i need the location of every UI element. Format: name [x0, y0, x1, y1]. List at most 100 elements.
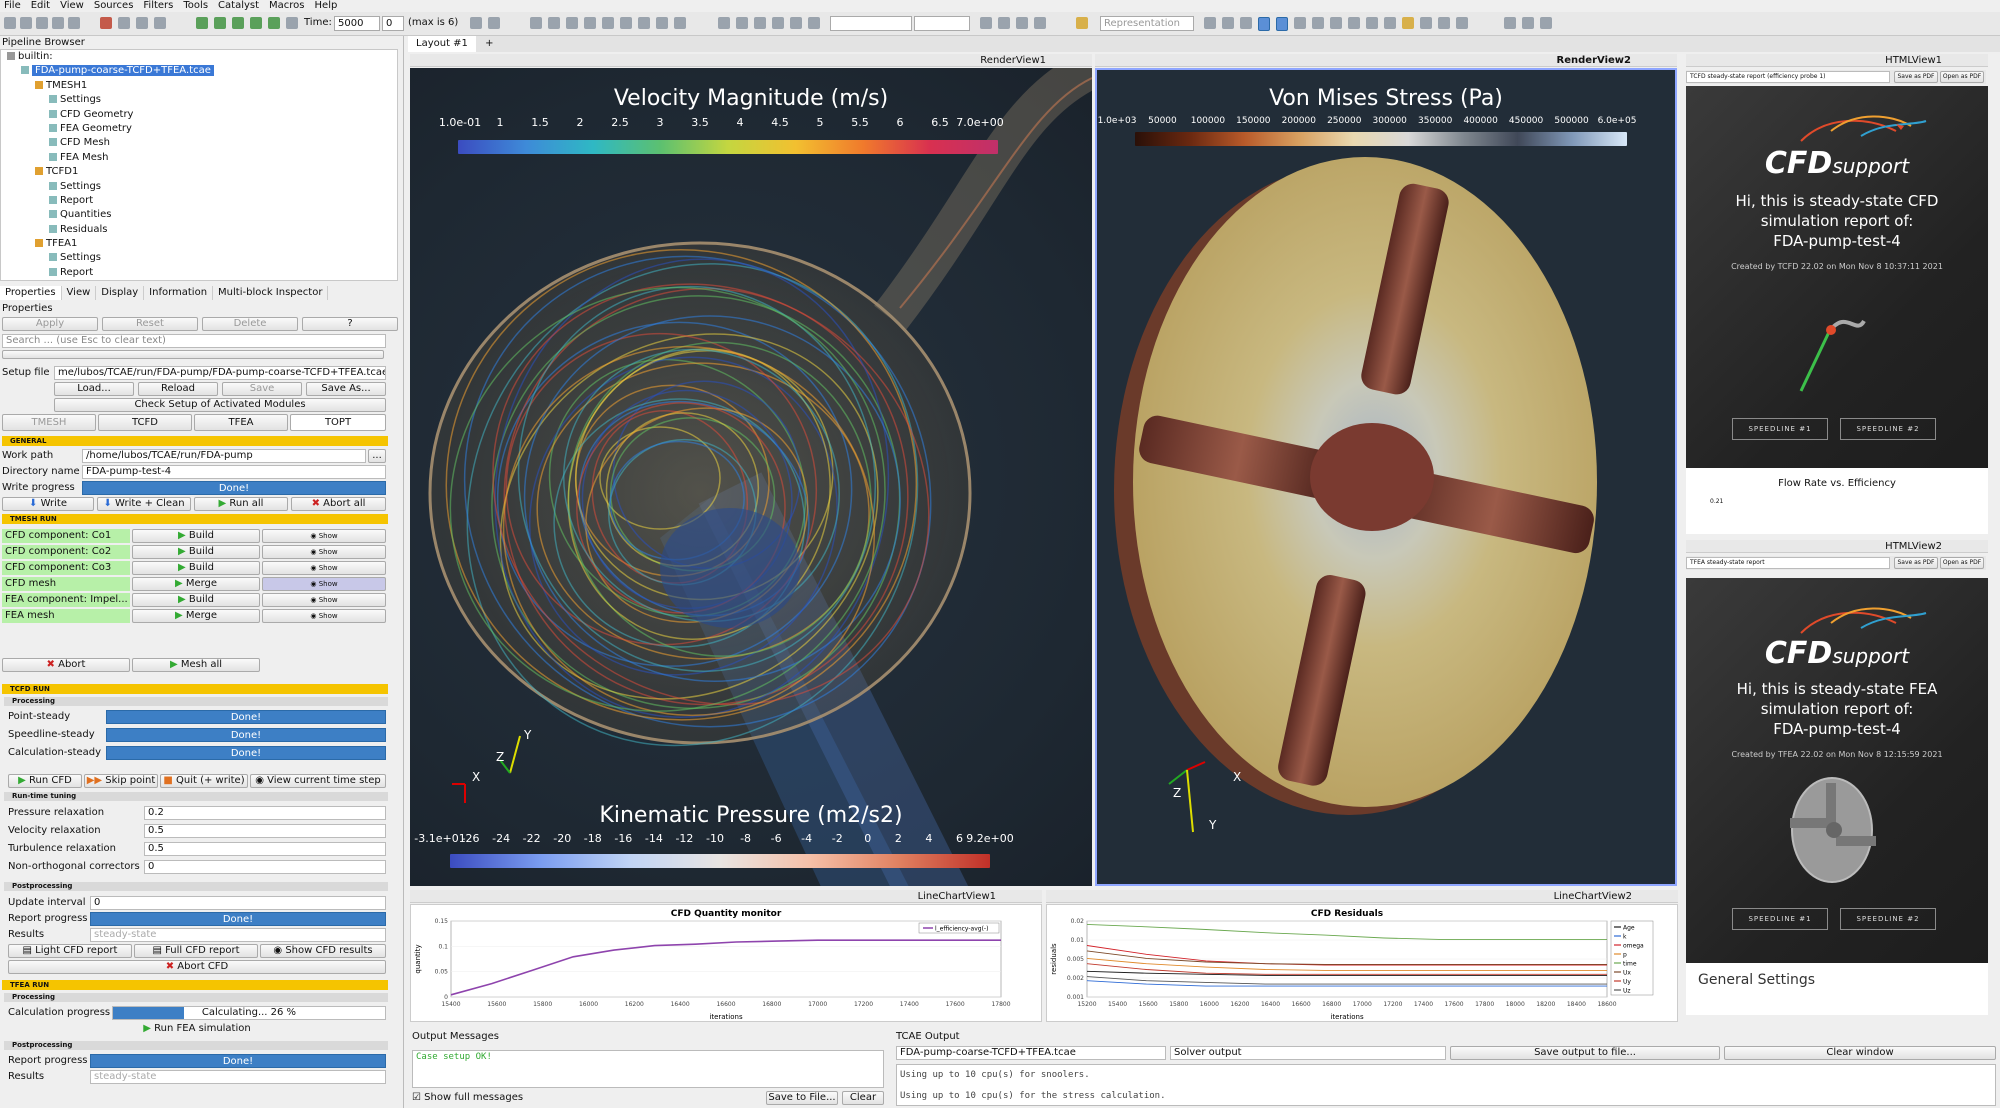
load-state-icon[interactable] — [36, 17, 48, 29]
pipeline-item[interactable]: Quantities — [1, 208, 397, 222]
render-view-1[interactable]: Velocity Magnitude (m/s) 1.0e-01 1 1.5 2 2.5… — [410, 68, 1092, 886]
tcfd-run-section-header[interactable]: TCFD RUN — [2, 684, 388, 694]
view-minus-y-icon[interactable] — [602, 17, 614, 29]
play-icon[interactable] — [232, 17, 244, 29]
menu-edit[interactable]: Edit — [31, 0, 50, 12]
pipeline-item[interactable]: builtin: — [1, 50, 397, 64]
zoom-to-data-icon[interactable] — [470, 17, 482, 29]
pipeline-item[interactable]: Settings — [1, 93, 397, 107]
light-cfd-report-button[interactable]: ▤ Light CFD report — [8, 944, 132, 958]
apply-button[interactable]: Apply — [2, 317, 98, 331]
camera-redo-icon[interactable] — [154, 17, 166, 29]
tuning-input[interactable]: 0.5 — [144, 824, 386, 838]
refresh-button[interactable] — [2, 350, 384, 359]
pipeline-item[interactable]: FEA Geometry — [1, 122, 397, 136]
extract-level-icon[interactable] — [1402, 17, 1414, 29]
setup-file-input[interactable]: me/lubos/TCAE/run/FDA-pump/FDA-pump-coar… — [54, 366, 386, 380]
server-icon[interactable] — [52, 17, 64, 29]
results-input[interactable]: steady-state — [90, 928, 386, 942]
open-icon[interactable] — [4, 17, 16, 29]
menu-filters[interactable]: Filters — [143, 0, 173, 12]
work-path-input[interactable]: /home/lubos/TCAE/run/FDA-pump — [82, 449, 366, 463]
rescale-visible-icon[interactable] — [808, 17, 820, 29]
tab-information[interactable]: Information — [144, 286, 214, 300]
clear-messages-button[interactable]: Clear — [842, 1091, 884, 1105]
calculator-icon[interactable] — [1420, 17, 1432, 29]
edit-colormap-icon[interactable] — [736, 17, 748, 29]
write-button[interactable]: ⬇ Write — [2, 497, 94, 511]
full-cfd-report-button[interactable]: ▤ Full CFD report — [134, 944, 258, 958]
python-shell-icon[interactable] — [1034, 17, 1046, 29]
last-frame-icon[interactable] — [268, 17, 280, 29]
pipeline-item[interactable]: Settings — [1, 180, 397, 194]
speedline-2-button[interactable]: SPEEDLINE #2 — [1840, 418, 1936, 440]
toggle-color-icon[interactable] — [980, 17, 992, 29]
menu-view[interactable]: View — [60, 0, 84, 12]
abort-all-button[interactable]: ✖ Abort all — [291, 497, 386, 511]
tuning-input[interactable]: 0 — [144, 860, 386, 874]
pipeline-item[interactable]: FDA-pump-coarse-TCFD+TFEA.tcae — [1, 64, 397, 78]
select-points-icon[interactable] — [1222, 17, 1234, 29]
glyph-icon[interactable] — [1330, 17, 1342, 29]
zoom-to-box-icon[interactable] — [488, 17, 500, 29]
reload-button[interactable]: Reload — [138, 382, 218, 396]
properties-search-input[interactable]: Search ... (use Esc to clear text) — [2, 334, 386, 348]
slice-icon[interactable] — [1276, 17, 1288, 31]
open-as-pdf-button[interactable]: Open as PDF — [1940, 557, 1984, 569]
menu-tools[interactable]: Tools — [183, 0, 208, 12]
view-minus-x-icon[interactable] — [566, 17, 578, 29]
save-output-button[interactable]: Save output to file... — [1450, 1046, 1720, 1060]
tmesh-row-action-button[interactable]: ▶ Build — [132, 561, 260, 575]
view-plus-z-icon[interactable] — [620, 17, 632, 29]
tmesh-row-show-button[interactable]: ◉ Show — [262, 529, 386, 543]
first-frame-icon[interactable] — [196, 17, 208, 29]
tmesh-row-show-button[interactable]: ◉ Show — [262, 609, 386, 623]
tmesh-row-show-button[interactable]: ◉ Show — [262, 545, 386, 559]
skip-point-button[interactable]: ▶▶ Skip point — [84, 774, 158, 788]
speedline-2-button[interactable]: SPEEDLINE #2 — [1840, 908, 1936, 930]
view-minus-z-icon[interactable] — [638, 17, 650, 29]
delete-button[interactable]: Delete — [202, 317, 298, 331]
general-section-header[interactable]: GENERAL — [2, 436, 388, 446]
representation-select[interactable]: Representation — [1100, 16, 1194, 31]
clip-icon[interactable] — [1258, 17, 1270, 31]
stream-tracer-icon[interactable] — [1348, 17, 1360, 29]
next-frame-icon[interactable] — [250, 17, 262, 29]
quit-write-button[interactable]: ■ Quit (+ write) — [160, 774, 248, 788]
processing-header[interactable]: Processing — [4, 697, 388, 706]
reset-session-icon[interactable] — [68, 17, 80, 29]
view-plus-x-icon[interactable] — [548, 17, 560, 29]
tuning-input[interactable]: 0.2 — [144, 806, 386, 820]
trace-icon[interactable] — [1522, 17, 1534, 29]
tab-multiblock-inspector[interactable]: Multi-block Inspector — [213, 286, 329, 300]
tmesh-row-show-button[interactable]: ◉ Show — [262, 577, 386, 591]
show-cfd-results-button[interactable]: ◉ Show CFD results — [260, 944, 386, 958]
report-select[interactable]: TFEA steady-state report — [1686, 557, 1890, 569]
speedline-1-button[interactable]: SPEEDLINE #1 — [1732, 908, 1828, 930]
run-cfd-button[interactable]: ▶ Run CFD — [8, 774, 82, 788]
tab-tfea[interactable]: TFEA — [194, 414, 288, 431]
tmesh-row-action-button[interactable]: ▶ Build — [132, 593, 260, 607]
add-layout-button[interactable]: + — [479, 38, 499, 49]
save-button[interactable]: Save — [222, 382, 302, 396]
render-view-2[interactable]: Von Mises Stress (Pa) 1.0e+03 50000 100000… — [1095, 68, 1677, 886]
pipeline-item[interactable]: CFD Geometry — [1, 108, 397, 122]
layout-tab[interactable]: Layout #1 — [408, 36, 476, 52]
save-messages-button[interactable]: Save to File... — [766, 1091, 838, 1105]
linechart-view-2[interactable]: CFD Residuals iterations residuals 15200 154… — [1046, 904, 1678, 1022]
tab-properties[interactable]: Properties — [0, 286, 62, 300]
select-frustum-icon[interactable] — [1240, 17, 1252, 29]
pipeline-item[interactable]: TCFD1 — [1, 165, 397, 179]
tmesh-row-show-button[interactable]: ◉ Show — [262, 561, 386, 575]
menu-macros[interactable]: Macros — [269, 0, 304, 12]
tfea-run-section-header[interactable]: TFEA RUN — [2, 980, 388, 990]
save-state-icon[interactable] — [20, 17, 32, 29]
tmesh-row-action-button[interactable]: ▶ Build — [132, 529, 260, 543]
tfea-postprocessing-header[interactable]: Postprocessing — [4, 1041, 388, 1050]
pipeline-item[interactable]: Residuals — [1, 223, 397, 237]
pipeline-item[interactable]: Settings — [1, 251, 397, 265]
check-setup-button[interactable]: Check Setup of Activated Modules — [54, 398, 386, 412]
abort-cfd-button[interactable]: ✖ Abort CFD — [8, 960, 386, 974]
speedline-1-button[interactable]: SPEEDLINE #1 — [1732, 418, 1828, 440]
camera-link-icon[interactable] — [1540, 17, 1552, 29]
